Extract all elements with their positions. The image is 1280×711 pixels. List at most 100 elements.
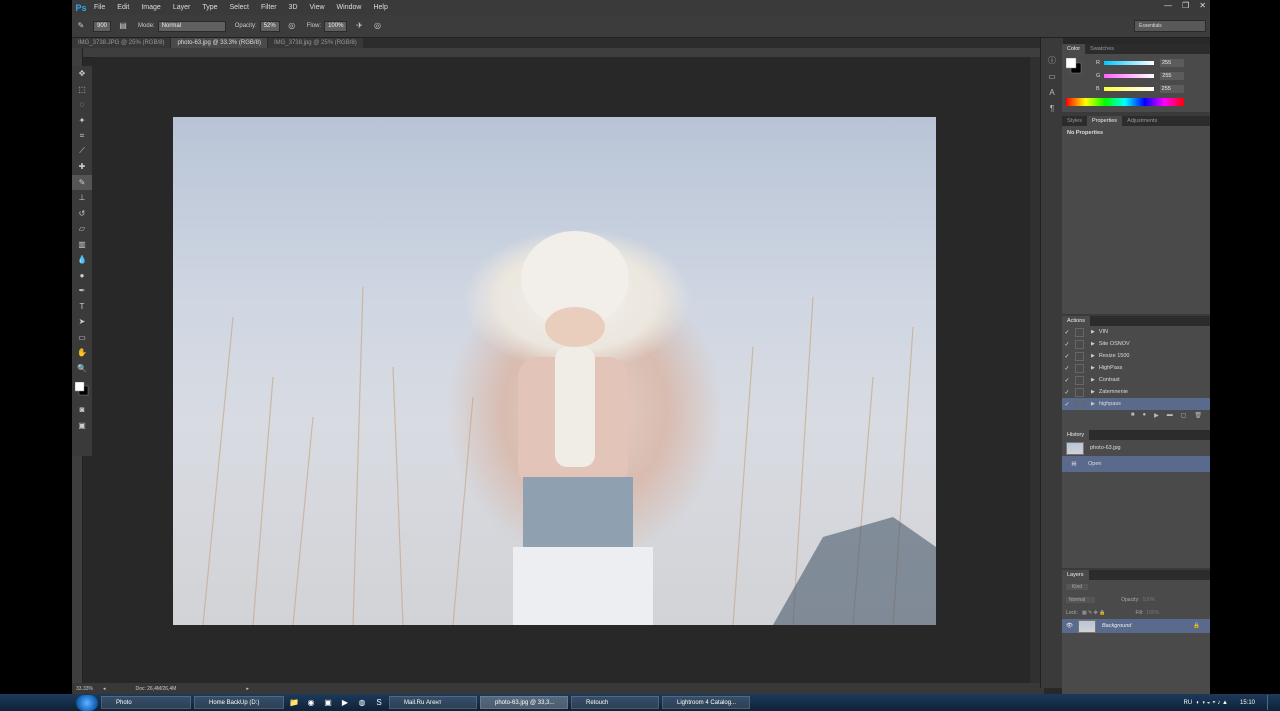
close-icon[interactable]: ✕ — [1199, 1, 1206, 10]
channel-r-slider[interactable] — [1103, 60, 1154, 65]
check-icon[interactable]: ✓ — [1062, 389, 1072, 396]
minimize-icon[interactable]: — — [1164, 1, 1172, 10]
dialog-toggle[interactable] — [1075, 363, 1084, 373]
tab-photo-63[interactable]: photo-63.jpg @ 33.3% (RGB/8) — [171, 38, 267, 48]
tab-swatches[interactable]: Swatches — [1085, 44, 1119, 54]
quick-mask-icon[interactable]: ◙ — [72, 402, 92, 418]
new-set-icon[interactable]: ▬ — [1167, 412, 1173, 419]
photoshop-taskbar-icon[interactable]: ▣ — [321, 696, 335, 709]
eye-icon[interactable]: 👁 — [1066, 623, 1073, 629]
menu-edit[interactable]: Edit — [111, 4, 135, 11]
tab-adjustments[interactable]: Adjustments — [1122, 116, 1162, 126]
menu-layer[interactable]: Layer — [167, 4, 197, 11]
character-icon[interactable]: A — [1041, 84, 1063, 100]
channel-b-slider[interactable] — [1103, 86, 1154, 91]
dialog-toggle[interactable] — [1075, 339, 1084, 349]
task-lightroom[interactable]: Lightroom 4 Catalog... — [662, 696, 750, 709]
dialog-toggle[interactable] — [1075, 387, 1084, 397]
eraser-icon[interactable]: ▱ — [72, 221, 92, 237]
marquee-icon[interactable]: ⬚ — [72, 82, 92, 98]
dialog-toggle[interactable] — [1075, 399, 1084, 409]
dodge-icon[interactable]: ● — [72, 268, 92, 284]
eyedropper-icon[interactable]: ⟋ — [72, 144, 92, 160]
color-swatches-icon[interactable] — [72, 376, 92, 402]
check-icon[interactable]: ✓ — [1062, 329, 1072, 336]
document-canvas[interactable] — [92, 57, 1040, 683]
tab-img-3738-b[interactable]: IMG_3738.jpg @ 25% (RGB/8) — [267, 38, 363, 48]
task-home-backup[interactable]: Home BackUp (D:) — [194, 696, 284, 709]
skype-icon[interactable]: S — [372, 696, 386, 709]
menu-type[interactable]: Type — [196, 4, 223, 11]
explorer-icon[interactable]: 📁 — [287, 696, 301, 709]
menu-3d[interactable]: 3D — [283, 4, 304, 11]
channel-r-value[interactable]: 255 — [1159, 58, 1184, 67]
show-desktop-button[interactable] — [1267, 695, 1276, 710]
action-row[interactable]: ✓ ▶ VIN — [1062, 326, 1210, 338]
task-photoshop-doc[interactable]: photo-63.jpg @ 33,3... — [480, 696, 568, 709]
brush-size-field[interactable]: 900 — [93, 20, 112, 32]
fill-field[interactable]: 100% — [1146, 610, 1159, 616]
quick-select-icon[interactable]: ✦ — [72, 113, 92, 129]
expand-icon[interactable]: ▶ — [1091, 365, 1095, 371]
blur-icon[interactable]: 💧 — [72, 252, 92, 268]
tab-img-3738-a[interactable]: IMG_3738.JPG @ 25% (RGB/8) — [72, 38, 171, 48]
dialog-toggle[interactable] — [1075, 351, 1084, 361]
move-icon[interactable]: ✥ — [72, 66, 92, 82]
expand-icon[interactable]: ▶ — [1091, 341, 1095, 347]
flow-field[interactable]: 100% — [324, 20, 348, 32]
type-icon[interactable]: T — [72, 299, 92, 315]
expand-icon[interactable]: ▶ — [1091, 329, 1095, 335]
menu-filter[interactable]: Filter — [255, 4, 283, 11]
history-snapshot[interactable]: photo-63.jpg — [1062, 440, 1210, 456]
zoom-icon[interactable]: 🔍 — [72, 361, 92, 377]
delete-action-icon[interactable]: 🗑 — [1194, 412, 1202, 419]
firefox-icon[interactable]: ◉ — [304, 696, 318, 709]
vertical-scrollbar[interactable] — [1030, 57, 1040, 683]
pressure-size-icon[interactable]: ◎ — [372, 21, 382, 31]
menu-image[interactable]: Image — [135, 4, 166, 11]
action-row[interactable]: ✓ ▶ Site OSNOV — [1062, 338, 1210, 350]
layer-background[interactable]: 👁 Background 🔒 — [1062, 619, 1210, 633]
hand-icon[interactable]: ✋ — [72, 345, 92, 361]
task-retouch[interactable]: Retouch — [571, 696, 659, 709]
brush-panel-toggle-icon[interactable]: ▤ — [118, 21, 128, 31]
tab-styles[interactable]: Styles — [1062, 116, 1087, 126]
zoom-level[interactable]: 33.33% — [76, 686, 93, 692]
menu-file[interactable]: File — [88, 4, 111, 11]
info-icon[interactable]: ⓘ — [1041, 52, 1063, 68]
lasso-icon[interactable]: ◌ — [72, 97, 92, 113]
fg-bg-swatch-icon[interactable] — [1066, 58, 1082, 74]
path-select-icon[interactable]: ➤ — [72, 314, 92, 330]
opacity-field[interactable]: 52% — [259, 20, 280, 32]
action-row-selected[interactable]: ✓ ▶ highpass — [1062, 398, 1210, 410]
new-action-icon[interactable]: ▢ — [1181, 412, 1187, 419]
history-state[interactable]: ▤ Open — [1062, 456, 1210, 472]
check-icon[interactable]: ✓ — [1062, 365, 1072, 372]
stop-icon[interactable]: ■ — [1131, 412, 1135, 419]
menu-view[interactable]: View — [304, 4, 331, 11]
check-icon[interactable]: ✓ — [1062, 401, 1072, 408]
expand-icon[interactable]: ▶ — [1091, 377, 1095, 383]
record-icon[interactable]: ● — [1142, 412, 1146, 419]
restore-icon[interactable]: ❐ — [1182, 1, 1189, 10]
dialog-toggle[interactable] — [1075, 327, 1084, 337]
healing-icon[interactable]: ✚ — [72, 159, 92, 175]
menu-select[interactable]: Select — [224, 4, 255, 11]
color-spectrum[interactable] — [1066, 98, 1184, 106]
status-info-icon[interactable]: ◂ — [103, 686, 106, 692]
airbrush-icon[interactable]: ✈ — [354, 21, 364, 31]
task-photo-folder[interactable]: Photo — [101, 696, 191, 709]
check-icon[interactable]: ✓ — [1062, 341, 1072, 348]
tab-actions[interactable]: Actions — [1062, 316, 1091, 326]
language-indicator[interactable]: RU — [1184, 700, 1193, 706]
blend-mode-select[interactable]: Normal — [1066, 596, 1096, 603]
action-row[interactable]: ✓ ▶ Zatemnenie — [1062, 386, 1210, 398]
channel-b-value[interactable]: 255 — [1159, 84, 1184, 93]
brush-preset-icon[interactable]: ✎ — [76, 21, 86, 31]
pen-icon[interactable]: ✒ — [72, 283, 92, 299]
task-mail-agent[interactable]: Mail.Ru Агент — [389, 696, 477, 709]
media-player-icon[interactable]: ▶ — [338, 696, 352, 709]
action-row[interactable]: ✓ ▶ Resize 1500 — [1062, 350, 1210, 362]
gradient-icon[interactable]: ▥ — [72, 237, 92, 253]
lock-icon[interactable]: ▦ ✎ ✥ 🔒 — [1082, 610, 1106, 616]
